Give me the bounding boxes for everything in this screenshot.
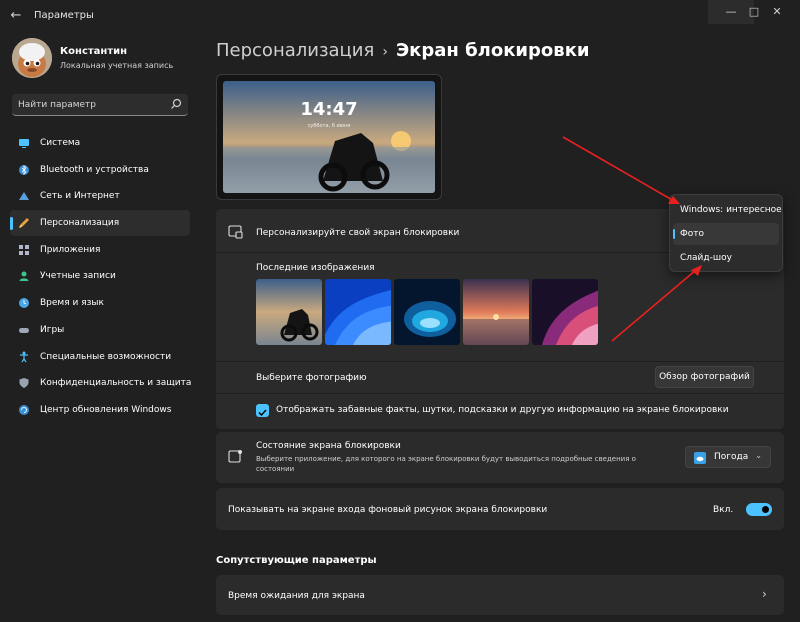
- status-app-value: Погода: [714, 452, 749, 462]
- dropdown-option-spotlight[interactable]: Windows: интересное: [673, 199, 782, 221]
- dropdown-option-photo[interactable]: Фото: [673, 223, 779, 245]
- sidebar-item-time-language[interactable]: Время и язык: [10, 290, 190, 316]
- sidebar-item-label: Учетные записи: [40, 271, 116, 282]
- accessibility-icon: [20, 351, 28, 362]
- screen-timeout-label: Время ожидания для экрана: [228, 591, 365, 601]
- user-name: Константин: [60, 46, 128, 57]
- search-input[interactable]: [18, 97, 168, 113]
- weather-icon: [694, 452, 706, 464]
- fun-facts-label: Отображать забавные факты, шутки, подска…: [276, 405, 729, 415]
- related-settings-title: Сопутствующие параметры: [216, 555, 377, 566]
- sidebar-item-network[interactable]: Сеть и Интернет: [10, 183, 190, 209]
- globe-clock-icon: [19, 298, 29, 309]
- lockscreen-preview: 14:47 суббота, 6 июня: [216, 74, 442, 200]
- arrow-left-icon: ←: [10, 8, 22, 23]
- browse-photos-button[interactable]: Обзор фотографий: [655, 366, 754, 388]
- sidebar-item-label: Специальные возможности: [40, 351, 172, 362]
- search-box[interactable]: [12, 94, 188, 116]
- apps-icon: [19, 244, 29, 255]
- preview-wallpaper: [223, 81, 435, 193]
- choose-photo-label: Выберите фотографию: [256, 373, 367, 383]
- sidebar-item-privacy[interactable]: Конфиденциальность и защита: [10, 370, 192, 396]
- lockscreen-status-description: Выберите приложение, для которого на экр…: [256, 455, 636, 473]
- breadcrumb-parent[interactable]: Персонализация: [216, 40, 374, 61]
- sidebar-item-label: Приложения: [40, 244, 101, 255]
- brush-icon: [19, 218, 29, 229]
- recent-image-thumbnail-art: [394, 279, 460, 345]
- chevron-down-icon: ⌄: [755, 451, 762, 460]
- update-icon: [19, 404, 29, 415]
- avatar-image: [12, 38, 52, 78]
- chevron-right-icon: ›: [762, 587, 767, 601]
- recent-image-thumbnail[interactable]: [463, 279, 529, 345]
- window-title: Параметры: [34, 10, 94, 21]
- sidebar-item-accessibility[interactable]: Специальные возможности: [10, 344, 190, 370]
- sidebar-item-label: Игры: [40, 324, 65, 335]
- status-app-icon: [228, 450, 242, 463]
- avatar[interactable]: [12, 38, 52, 78]
- dropdown-option-slideshow[interactable]: Слайд-шоу: [673, 247, 779, 269]
- sidebar-nav: Система Bluetooth и устройства Сеть и Ин…: [10, 130, 192, 424]
- sidebar-item-label: Персонализация: [40, 218, 120, 229]
- recent-image-thumbnail-art: [325, 279, 391, 345]
- monitor-icon: [19, 139, 29, 148]
- recent-image-thumbnail[interactable]: [532, 279, 598, 345]
- sidebar-item-label: Центр обновления Windows: [40, 404, 172, 415]
- sidebar-item-gaming[interactable]: Игры: [10, 317, 190, 343]
- toggle-state-text: Вкл.: [713, 505, 734, 515]
- recent-images-label: Последние изображения: [256, 263, 375, 273]
- sidebar-item-personalization[interactable]: Персонализация: [10, 210, 190, 237]
- personalize-lockscreen-title: Персонализируйте свой экран блокировки: [256, 228, 460, 238]
- close-icon: ✕: [772, 5, 782, 18]
- signin-background-toggle[interactable]: [746, 503, 772, 516]
- sidebar-item-bluetooth[interactable]: Bluetooth и устройства: [10, 157, 190, 183]
- search-icon[interactable]: [170, 98, 182, 110]
- signin-background-label: Показывать на экране входа фоновый рисун…: [228, 505, 548, 515]
- recent-image-thumbnail[interactable]: [394, 279, 460, 345]
- preview-screen: 14:47 суббота, 6 июня: [223, 81, 435, 193]
- toggle-knob: [762, 506, 769, 513]
- title-bar: ← Параметры — □ ✕: [0, 0, 800, 32]
- lockscreen-status-title: Состояние экрана блокировки: [256, 441, 401, 451]
- sidebar-item-accounts[interactable]: Учетные записи: [10, 263, 190, 289]
- preview-time: 14:47: [300, 99, 358, 120]
- recent-image-thumbnail-art: [532, 279, 598, 345]
- sidebar-item-label: Сеть и Интернет: [40, 191, 120, 202]
- divider: [216, 361, 784, 362]
- recent-image-thumbnail-art: [463, 279, 529, 345]
- status-app-select[interactable]: Погода ⌄: [685, 446, 771, 468]
- person-icon: [19, 271, 29, 282]
- annotation-arrow-top: [562, 136, 675, 202]
- recent-image-thumbnail[interactable]: [325, 279, 391, 345]
- divider: [216, 393, 784, 394]
- lockscreen-image-icon: [228, 225, 243, 239]
- preview-date: суббота, 6 июня: [307, 123, 351, 129]
- sidebar-item-label: Конфиденциальность и защита: [40, 378, 192, 389]
- sidebar-item-label: Система: [40, 138, 81, 148]
- sidebar-item-apps[interactable]: Приложения: [10, 237, 190, 263]
- back-button[interactable]: ←: [6, 6, 26, 26]
- sidebar-item-system[interactable]: Система: [10, 130, 190, 156]
- shield-icon: [19, 378, 29, 389]
- recent-image-thumbnail[interactable]: [256, 279, 322, 345]
- breadcrumb: Персонализация › Экран блокировки: [216, 40, 590, 61]
- page-title: Экран блокировки: [395, 40, 590, 61]
- account-type: Локальная учетная запись: [60, 61, 174, 70]
- gamepad-icon: [19, 327, 29, 333]
- fun-facts-checkbox[interactable]: [256, 404, 269, 417]
- chevron-right-icon: ›: [382, 44, 388, 60]
- lockscreen-type-dropdown[interactable]: Windows: интересное Фото Слайд-шоу: [669, 194, 783, 272]
- sidebar-item-label: Время и язык: [40, 298, 104, 309]
- recent-image-thumbnail-art: [256, 279, 322, 345]
- sidebar-item-label: Bluetooth и устройства: [40, 164, 149, 175]
- sidebar-item-windows-update[interactable]: Центр обновления Windows: [10, 397, 190, 423]
- checkmark-icon: [258, 409, 267, 417]
- bluetooth-icon: [19, 164, 29, 175]
- network-icon: [19, 192, 29, 201]
- close-button[interactable]: ✕: [754, 0, 800, 24]
